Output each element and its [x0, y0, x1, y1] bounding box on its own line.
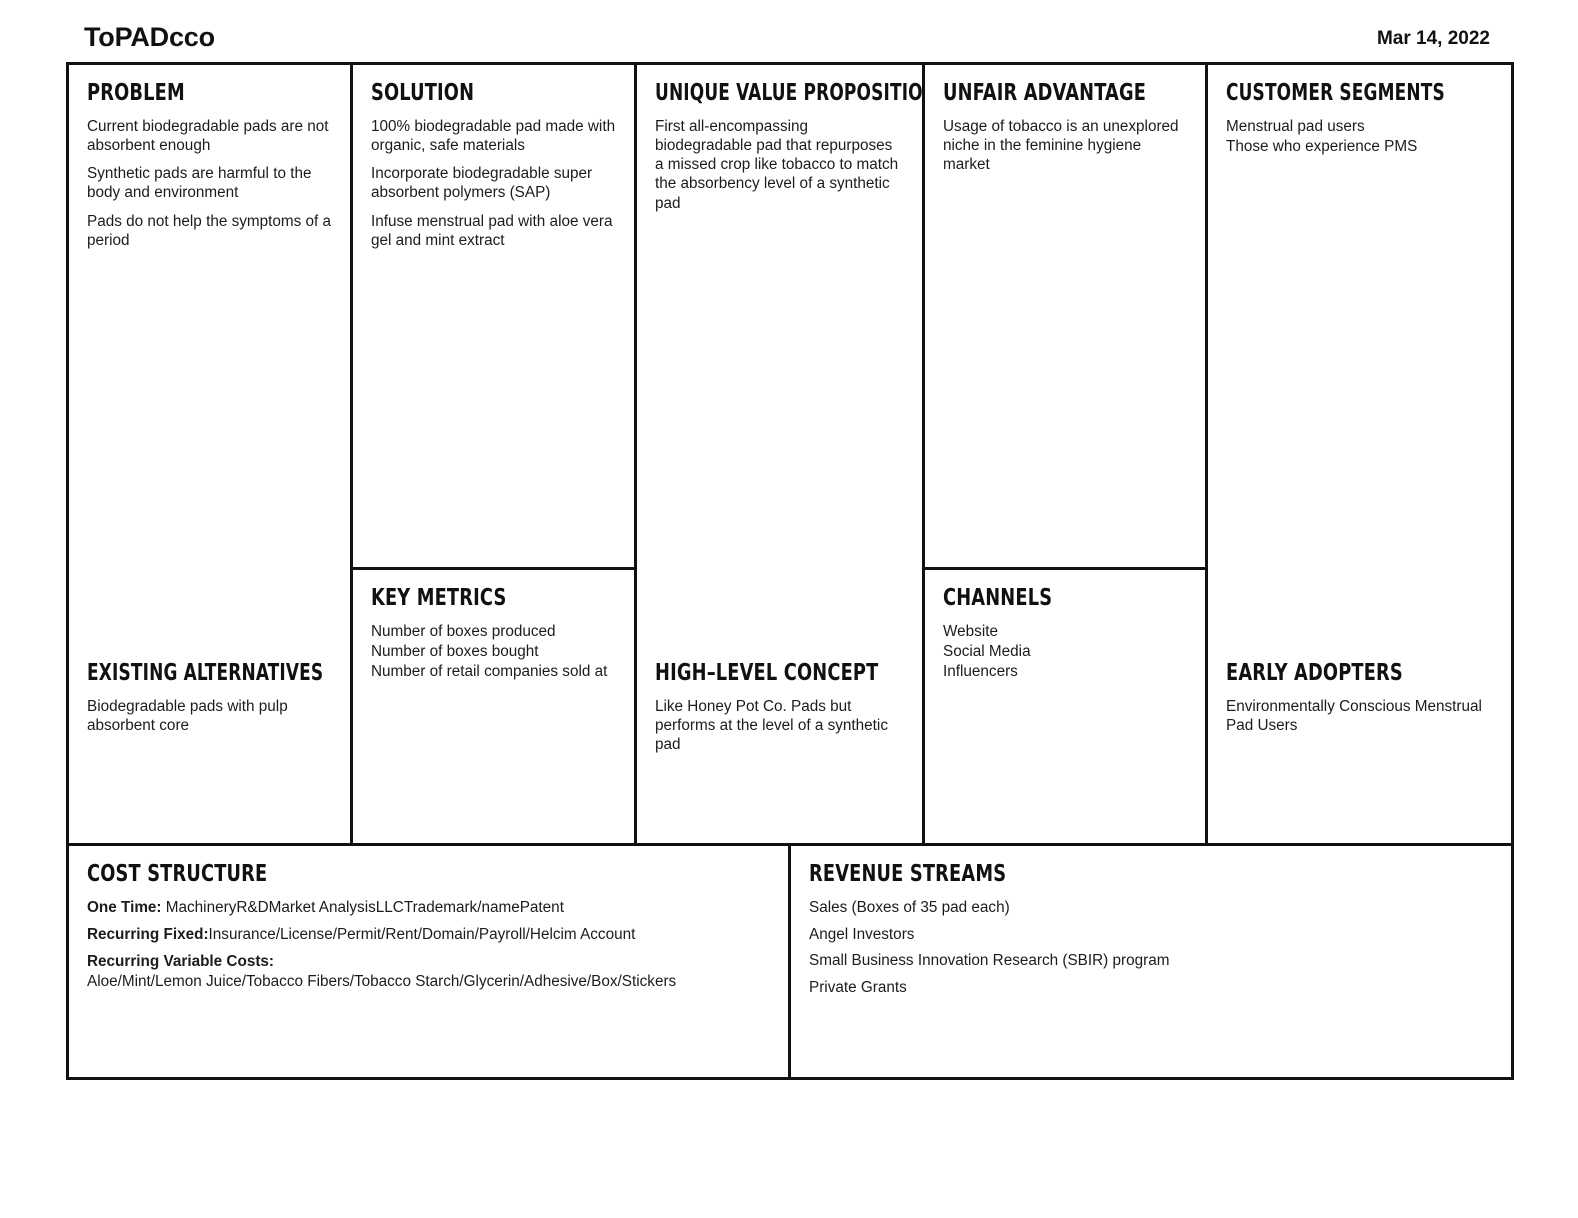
- block-title-solution: SOLUTION: [371, 80, 475, 106]
- list-item: First all-encompassing biodegradable pad…: [655, 118, 899, 212]
- block-items-high-level-concept: Like Honey Pot Co. Pads but performs at …: [655, 697, 904, 754]
- list-item: Like Honey Pot Co. Pads but performs at …: [655, 698, 888, 754]
- block-items-problem: Current biodegradable pads are not absor…: [87, 117, 332, 250]
- cost-line-recurring-fixed: Recurring Fixed:Insurance/License/Permit…: [87, 925, 770, 945]
- canvas-upper-row: PROBLEM Current biodegradable pads are n…: [69, 65, 1511, 843]
- list-item: Influencers: [943, 663, 1018, 681]
- list-item: Infuse menstrual pad with aloe vera gel …: [371, 212, 613, 249]
- canvas-footer: Powered By LEANSTACK Lean Canvas is adap…: [0, 1088, 1578, 1178]
- list-item: Usage of tobacco is an unexplored niche …: [943, 118, 1179, 174]
- list-item: Environmentally Conscious Menstrual Pad …: [1226, 698, 1482, 735]
- canvas-grid: PROBLEM Current biodegradable pads are n…: [66, 62, 1514, 1080]
- canvas-column-customer-segments: CUSTOMER SEGMENTS Menstrual pad users Th…: [1208, 65, 1511, 843]
- block-items-early-adopters: Environmentally Conscious Menstrual Pad …: [1226, 697, 1493, 735]
- list-item: Number of boxes bought: [371, 643, 539, 661]
- list-item: Social Media: [943, 643, 1031, 661]
- list-item: Pads do not help the symptoms of a perio…: [87, 212, 332, 249]
- block-cost-structure[interactable]: COST STRUCTURE One Time: MachineryR&DMar…: [69, 846, 791, 1077]
- block-title-revenue-streams: REVENUE STREAMS: [809, 861, 1007, 887]
- block-items-customer-segments: Menstrual pad users Those who experience…: [1226, 117, 1493, 156]
- block-items-existing-alternatives: Biodegradable pads with pulp absorbent c…: [87, 697, 332, 735]
- block-existing-alternatives[interactable]: EXISTING ALTERNATIVES Biodegradable pads…: [69, 645, 350, 745]
- lean-canvas-page: ToPADcco Mar 14, 2022 PROBLEM Current bi…: [0, 0, 1578, 1218]
- block-title-problem: PROBLEM: [87, 80, 185, 106]
- block-title-channels: CHANNELS: [943, 585, 1053, 611]
- cost-label-recurring-variable: Recurring Variable Costs:: [87, 952, 275, 970]
- block-channels[interactable]: CHANNELS Website Social Media Influencer…: [925, 567, 1206, 843]
- block-problem[interactable]: PROBLEM Current biodegradable pads are n…: [69, 65, 350, 260]
- block-early-adopters[interactable]: EARLY ADOPTERS Environmentally Conscious…: [1208, 645, 1511, 745]
- block-unfair-advantage[interactable]: UNFAIR ADVANTAGE Usage of tobacco is an …: [925, 65, 1205, 567]
- cost-value-one-time: MachineryR&DMarket AnalysisLLCTrademark/…: [161, 899, 564, 917]
- block-title-high-level-concept: HIGH–LEVEL CONCEPT: [655, 660, 879, 686]
- block-title-existing-alternatives: EXISTING ALTERNATIVES: [87, 660, 324, 686]
- cost-line-recurring-variable-label: Recurring Variable Costs:: [87, 952, 770, 972]
- canvas-column-problem: PROBLEM Current biodegradable pads are n…: [69, 65, 353, 843]
- list-item: Biodegradable pads with pulp absorbent c…: [87, 698, 288, 735]
- block-items-unique-value-proposition: First all-encompassing biodegradable pad…: [655, 117, 904, 213]
- block-items-channels: Website Social Media Influencers: [943, 622, 1187, 681]
- canvas-column-unfair-advantage: UNFAIR ADVANTAGE Usage of tobacco is an …: [925, 65, 1209, 843]
- list-item: Current biodegradable pads are not absor…: [87, 118, 329, 155]
- block-customer-segments[interactable]: CUSTOMER SEGMENTS Menstrual pad users Th…: [1208, 65, 1511, 167]
- list-item: Website: [943, 623, 998, 641]
- canvas-column-uvp: UNIQUE VALUE PROPOSITION First all-encom…: [637, 65, 925, 843]
- list-item: Synthetic pads are harmful to the body a…: [87, 165, 312, 202]
- list-item: Menstrual pad users: [1226, 118, 1365, 136]
- block-key-metrics[interactable]: KEY METRICS Number of boxes produced Num…: [353, 567, 634, 843]
- canvas-column-solution: SOLUTION 100% biodegradable pad made wit…: [353, 65, 637, 843]
- block-title-key-metrics: KEY METRICS: [371, 585, 507, 611]
- list-item: Sales (Boxes of 35 pad each): [809, 899, 1010, 917]
- canvas-header: ToPADcco Mar 14, 2022: [0, 0, 1578, 62]
- list-item: Number of retail companies sold at: [371, 663, 608, 681]
- list-item: Number of boxes produced: [371, 623, 556, 641]
- block-title-unique-value-proposition: UNIQUE VALUE PROPOSITION: [655, 80, 922, 106]
- cost-label-recurring-fixed: Recurring Fixed:: [87, 926, 209, 944]
- page-title: ToPADcco: [84, 22, 215, 52]
- block-title-early-adopters: EARLY ADOPTERS: [1226, 660, 1403, 686]
- list-item: Those who experience PMS: [1226, 138, 1418, 156]
- block-revenue-streams[interactable]: REVENUE STREAMS Sales (Boxes of 35 pad e…: [791, 846, 1511, 1077]
- list-item: Private Grants: [809, 979, 907, 997]
- block-high-level-concept[interactable]: HIGH–LEVEL CONCEPT Like Honey Pot Co. Pa…: [637, 645, 922, 764]
- canvas-bottom-row: COST STRUCTURE One Time: MachineryR&DMar…: [69, 843, 1511, 1077]
- list-item: 100% biodegradable pad made with organic…: [371, 118, 616, 155]
- list-item: Incorporate biodegradable super absorben…: [371, 165, 593, 202]
- block-title-cost-structure: COST STRUCTURE: [87, 861, 268, 887]
- block-unique-value-proposition[interactable]: UNIQUE VALUE PROPOSITION First all-encom…: [637, 65, 922, 223]
- list-item: Angel Investors: [809, 925, 915, 943]
- cost-value-recurring-fixed: Insurance/License/Permit/Rent/Domain/Pay…: [208, 926, 636, 944]
- list-item: Small Business Innovation Research (SBIR…: [809, 952, 1170, 970]
- block-solution[interactable]: SOLUTION 100% biodegradable pad made wit…: [353, 65, 634, 567]
- block-items-key-metrics: Number of boxes produced Number of boxes…: [371, 622, 616, 681]
- cost-value-recurring-variable: Aloe/Mint/Lemon Juice/Tobacco Fibers/Tob…: [87, 972, 677, 990]
- block-items-unfair-advantage: Usage of tobacco is an unexplored niche …: [943, 117, 1187, 174]
- block-items-solution: 100% biodegradable pad made with organic…: [371, 117, 616, 250]
- cost-label-one-time: One Time:: [87, 899, 162, 917]
- block-title-customer-segments: CUSTOMER SEGMENTS: [1226, 80, 1445, 106]
- block-items-revenue-streams: Sales (Boxes of 35 pad each) Angel Inves…: [809, 898, 1493, 999]
- canvas-date: Mar 14, 2022: [1376, 28, 1490, 49]
- cost-line-one-time: One Time: MachineryR&DMarket AnalysisLLC…: [87, 898, 770, 918]
- block-title-unfair-advantage: UNFAIR ADVANTAGE: [943, 80, 1147, 106]
